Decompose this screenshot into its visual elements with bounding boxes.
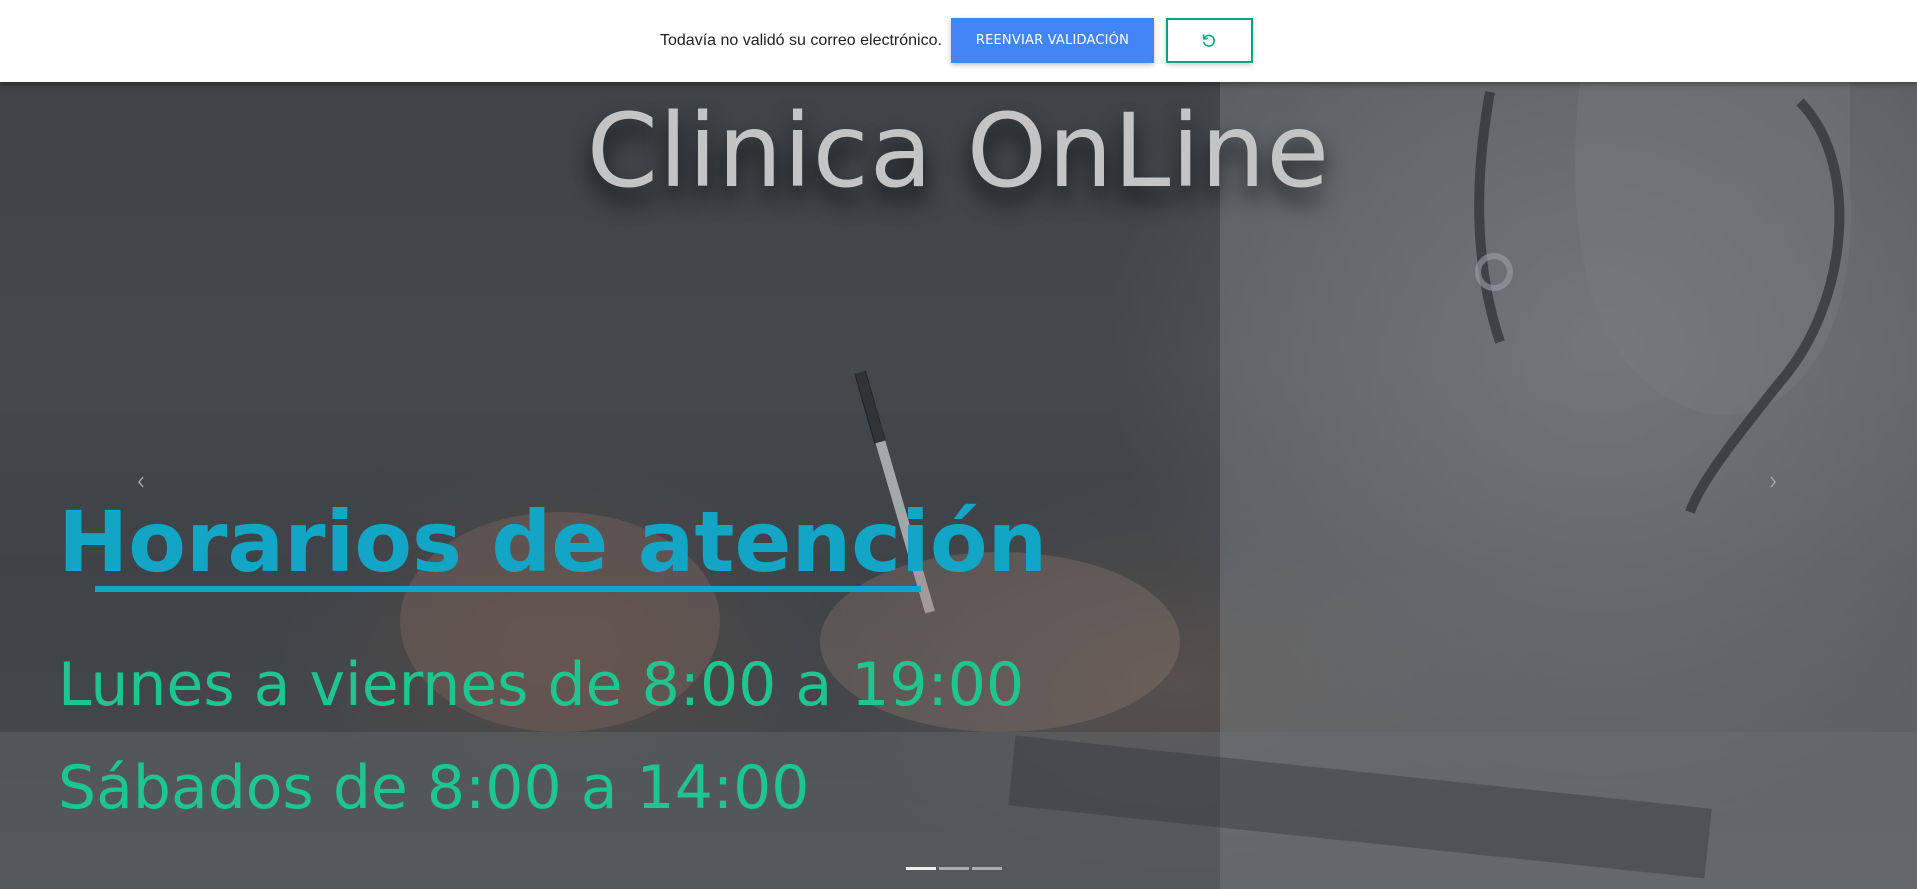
schedule-heading: Horarios de atención bbox=[58, 493, 1048, 591]
chevron-left-icon bbox=[138, 476, 144, 488]
email-validation-content: Todavía no validó su correo electrónico.… bbox=[660, 18, 1253, 63]
hero-carousel: Clinica OnLine Horarios de atención Lune… bbox=[0, 82, 1917, 889]
schedule-saturday: Sábados de 8:00 a 14:00 bbox=[58, 753, 810, 823]
email-not-validated-message: Todavía no validó su correo electrónico. bbox=[660, 31, 942, 49]
carousel-next-button[interactable] bbox=[1753, 462, 1793, 502]
resend-validation-button[interactable]: REENVIAR VALIDACIÓN bbox=[950, 18, 1154, 63]
reload-icon bbox=[1203, 33, 1216, 47]
reload-button[interactable] bbox=[1165, 18, 1253, 63]
email-validation-bar: Todavía no validó su correo electrónico.… bbox=[0, 0, 1917, 82]
clinic-title: Clinica OnLine bbox=[586, 92, 1331, 211]
slide-caption: Horarios de atención Lunes a viernes de … bbox=[58, 492, 1047, 823]
carousel-indicator-2[interactable] bbox=[939, 867, 969, 870]
carousel-indicator-1[interactable] bbox=[906, 867, 936, 870]
carousel-indicators bbox=[906, 867, 1005, 870]
chevron-right-icon bbox=[1770, 476, 1776, 488]
schedule-weekdays: Lunes a viernes de 8:00 a 19:00 bbox=[58, 650, 1025, 720]
carousel-prev-button[interactable] bbox=[121, 462, 161, 502]
carousel-indicator-3[interactable] bbox=[972, 867, 1002, 870]
